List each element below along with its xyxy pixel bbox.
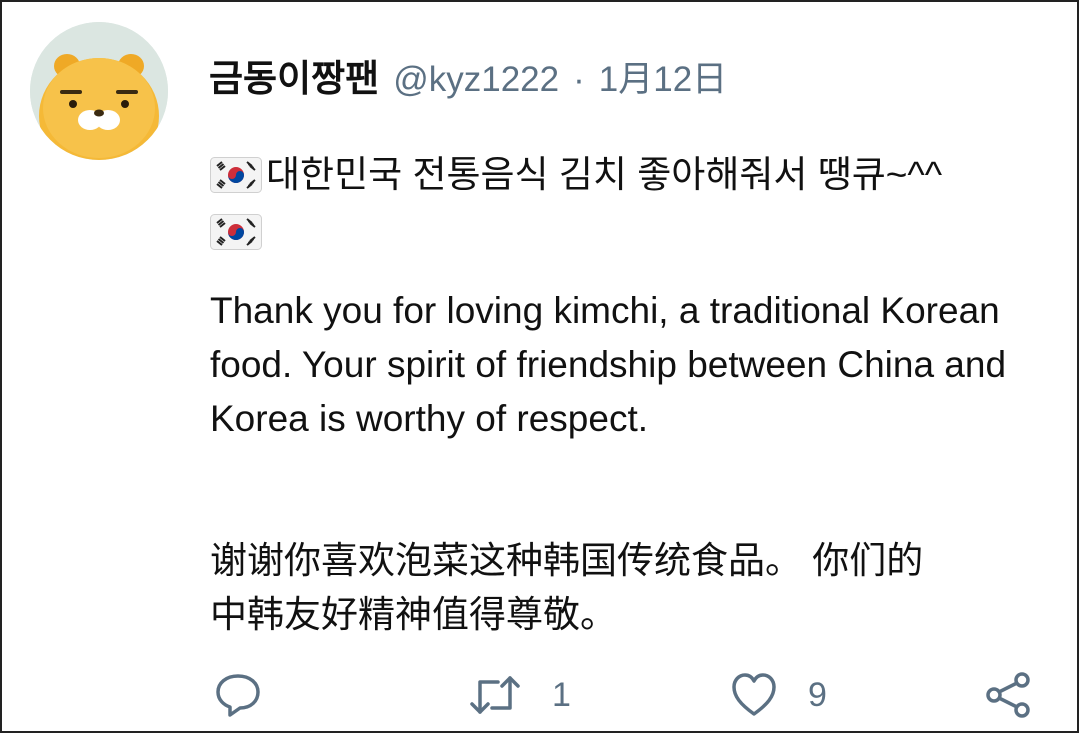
ryan-avatar-icon: [30, 22, 168, 160]
retweet-count: 1: [552, 675, 571, 714]
share-button[interactable]: [984, 672, 1034, 718]
tweet-card: 금동이짱팬 @kyz1222 · 1月12日 대한민국 전통음식 김치 좋아해줘…: [0, 0, 1079, 733]
retweet-icon: [470, 676, 520, 714]
reply-button[interactable]: [214, 672, 292, 718]
south-korea-flag-icon: [210, 214, 262, 250]
korean-sentence: 대한민국 전통음식 김치 좋아해줘서 땡큐~^^: [266, 154, 943, 195]
avatar[interactable]: [30, 22, 168, 160]
separator-dot: ·: [573, 60, 585, 99]
chinese-line-2: 中韩友好精神值得尊敬。: [210, 594, 617, 635]
retweet-button[interactable]: 1: [468, 672, 571, 718]
south-korea-flag-icon: [210, 157, 262, 193]
like-count: 9: [808, 675, 827, 714]
reply-icon: [216, 674, 260, 717]
chinese-line-1: 谢谢你喜欢泡菜这种韩国传统食品。 你们的: [210, 540, 924, 581]
tweet-text-english: Thank you for loving kimchi, a tradition…: [210, 290, 1007, 439]
tweet-text-korean: 대한민국 전통음식 김치 좋아해줘서 땡큐~^^: [210, 146, 1040, 260]
tweet-text-chinese: 谢谢你喜欢泡菜这种韩国传统食品。 你们的 中韩友好精神值得尊敬。: [210, 534, 1040, 642]
share-icon: [986, 672, 1030, 718]
tweet-header: 금동이짱팬 @kyz1222 · 1月12日: [209, 48, 727, 102]
heart-icon: [732, 673, 776, 716]
display-name[interactable]: 금동이짱팬: [209, 48, 379, 102]
user-handle[interactable]: @kyz1222: [393, 60, 559, 100]
tweet-date[interactable]: 1月12日: [599, 51, 727, 102]
action-bar: 1 9: [2, 662, 1079, 732]
like-button[interactable]: 9: [730, 672, 827, 718]
